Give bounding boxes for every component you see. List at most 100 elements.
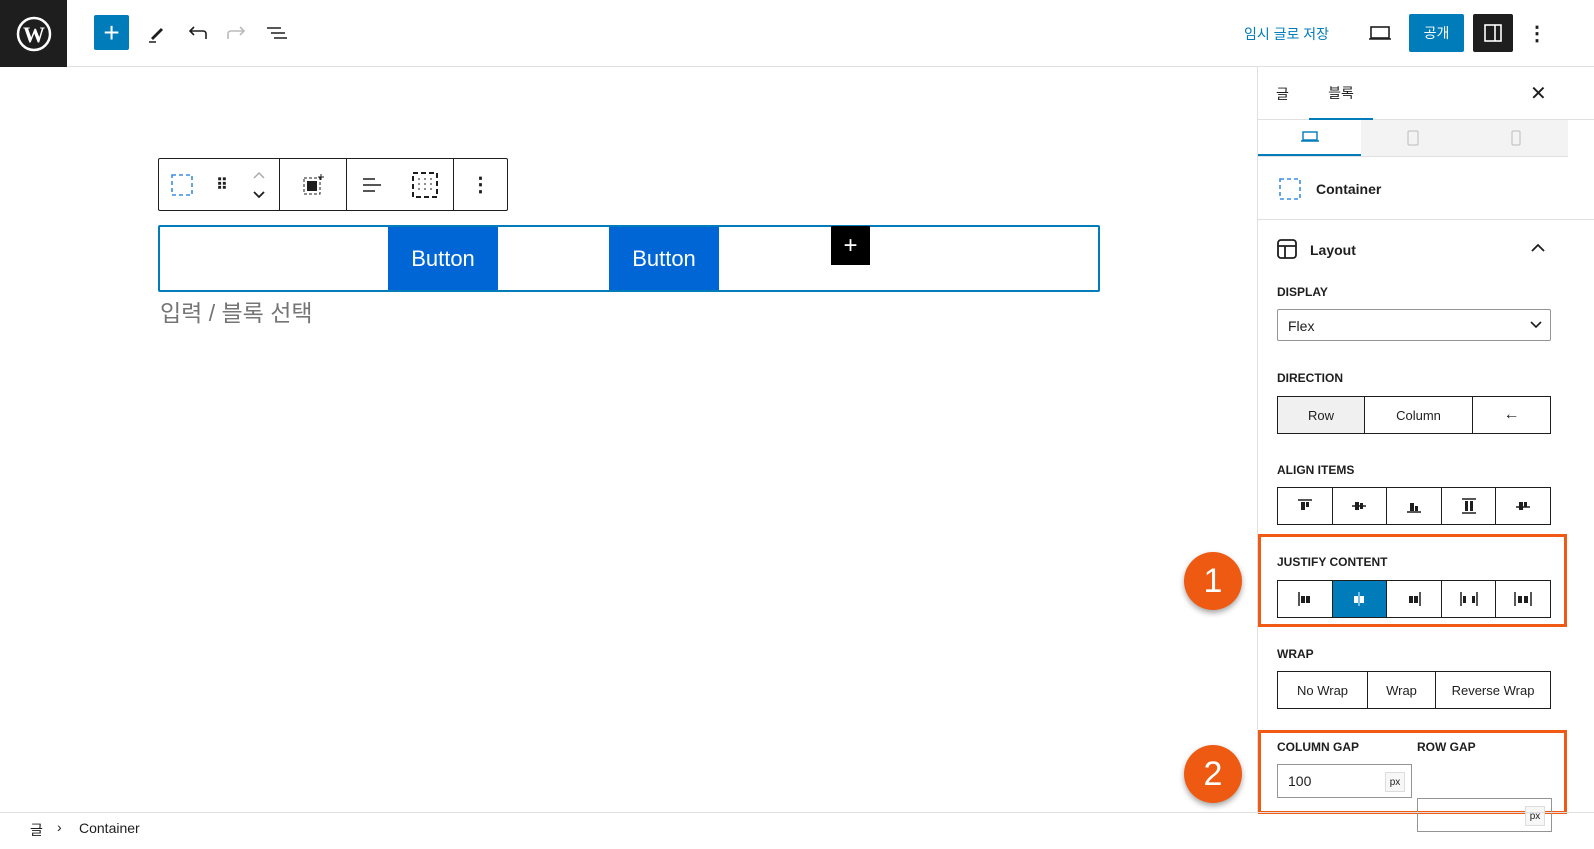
justify-space-around-button[interactable]	[1496, 581, 1550, 617]
tab-post[interactable]: 글	[1276, 84, 1289, 104]
column-gap-input[interactable]: 100 px	[1277, 764, 1412, 798]
desktop-icon	[1300, 131, 1319, 142]
settings-toggle-button[interactable]	[1473, 14, 1513, 52]
align-start-icon	[1297, 499, 1312, 510]
list-view-icon	[267, 27, 287, 39]
align-items-control	[1277, 487, 1551, 525]
direction-reverse[interactable]: ←	[1473, 397, 1550, 433]
unit-select[interactable]: px	[1385, 772, 1405, 792]
block-title: Container	[1316, 181, 1382, 197]
align-end-button[interactable]	[1387, 488, 1442, 524]
column-gap-value: 100	[1288, 773, 1312, 789]
reverse-wrap-button[interactable]: Reverse Wrap	[1436, 672, 1550, 708]
direction-column[interactable]: Column	[1365, 397, 1473, 433]
display-value: Flex	[1288, 318, 1315, 334]
drag-handle-icon[interactable]: ⠿	[216, 175, 228, 195]
chevron-down-icon	[1530, 321, 1542, 329]
wordpress-icon: W	[16, 16, 51, 51]
mobile-icon	[1511, 130, 1521, 146]
justify-start-icon	[1298, 592, 1310, 606]
justify-space-between-button[interactable]	[1442, 581, 1497, 617]
chevron-up-icon	[1531, 243, 1545, 252]
breadcrumb: 글 › Container	[0, 812, 1594, 849]
wrap-label: WRAP	[1277, 647, 1314, 661]
container-block[interactable]: Button Button +	[158, 225, 1100, 292]
options-button[interactable]: ⋮	[1527, 20, 1547, 46]
device-tablet-tab[interactable]	[1361, 120, 1465, 156]
publish-button[interactable]: 공개	[1409, 14, 1464, 52]
layout-grid-icon[interactable]	[411, 171, 439, 199]
document-overview-button[interactable]	[264, 20, 290, 46]
wrap-button[interactable]: Wrap	[1368, 672, 1436, 708]
breadcrumb-item[interactable]: 글	[30, 820, 43, 840]
layout-panel-header[interactable]: Layout	[1258, 220, 1594, 278]
annotation-badge-2: 2	[1184, 745, 1242, 803]
justify-start-button[interactable]	[1278, 581, 1333, 617]
justify-center-icon	[1354, 592, 1365, 606]
close-sidebar-button[interactable]: ✕	[1530, 81, 1547, 106]
wrap-control: No Wrap Wrap Reverse Wrap	[1277, 671, 1551, 709]
pencil-icon	[149, 28, 163, 43]
button-block[interactable]: Button	[388, 227, 498, 290]
align-baseline-icon	[1516, 502, 1531, 510]
settings-sidebar: 글 블록 ✕ Container Layout DISPLAY Flex DIR…	[1257, 67, 1594, 832]
svg-text:W: W	[23, 22, 45, 47]
justify-end-icon	[1408, 592, 1421, 606]
container-block-icon	[1279, 178, 1301, 200]
add-block-button[interactable]: +	[94, 15, 129, 50]
chevron-right-icon: ›	[57, 819, 62, 835]
wordpress-logo[interactable]: W	[0, 0, 67, 67]
justify-center-button[interactable]	[1332, 581, 1388, 617]
block-placeholder[interactable]: 입력 / 블록 선택	[160, 294, 313, 328]
plus-icon: +	[843, 231, 858, 259]
add-inner-block-button[interactable]	[280, 159, 347, 210]
tablet-icon	[1407, 130, 1419, 146]
no-wrap-button[interactable]: No Wrap	[1278, 672, 1368, 708]
panel-title: Layout	[1310, 242, 1356, 258]
justify-space-around-icon	[1514, 592, 1532, 606]
align-center-button[interactable]	[1333, 488, 1388, 524]
row-gap-label: ROW GAP	[1417, 740, 1476, 754]
align-items-label: ALIGN ITEMS	[1277, 463, 1355, 477]
kebab-icon: ⋮	[1527, 22, 1547, 45]
kebab-icon: ⋮	[470, 174, 491, 196]
tools-button[interactable]	[143, 20, 169, 46]
move-up-down-icon[interactable]	[250, 168, 268, 202]
undo-button[interactable]	[184, 20, 210, 46]
breadcrumb-item[interactable]: Container	[79, 820, 140, 836]
undo-icon	[188, 26, 207, 39]
annotation-badge-1: 1	[1184, 552, 1242, 610]
justify-content-control	[1277, 580, 1551, 618]
plus-icon: +	[103, 16, 120, 48]
add-inner-block-icon	[303, 173, 324, 194]
align-stretch-button[interactable]	[1442, 488, 1497, 524]
block-appender-button[interactable]: +	[831, 226, 870, 265]
sidebar-icon	[1484, 24, 1502, 42]
close-icon: ✕	[1530, 83, 1547, 105]
device-desktop-tab[interactable]	[1258, 120, 1362, 156]
display-select[interactable]: Flex	[1277, 309, 1551, 341]
column-gap-label: COLUMN GAP	[1277, 740, 1359, 754]
align-start-button[interactable]	[1278, 488, 1333, 524]
redo-button[interactable]	[224, 20, 250, 46]
button-block[interactable]: Button	[609, 227, 719, 290]
block-toolbar: ⠿ ⋮	[158, 158, 508, 211]
tab-block[interactable]: 블록	[1309, 67, 1373, 120]
align-left-icon[interactable]	[361, 175, 383, 195]
direction-control: Row Column ←	[1277, 396, 1551, 434]
device-mobile-tab[interactable]	[1464, 120, 1568, 156]
layout-icon	[1277, 239, 1297, 259]
justify-content-label: JUSTIFY CONTENT	[1277, 555, 1388, 569]
justify-end-button[interactable]	[1387, 581, 1442, 617]
save-draft-button[interactable]: 임시 글로 저장	[1244, 24, 1329, 44]
block-options-button[interactable]: ⋮	[454, 159, 507, 210]
preview-button[interactable]	[1366, 20, 1394, 46]
top-toolbar: W + 임시 글로 저장 공개 ⋮	[0, 0, 1594, 67]
align-baseline-button[interactable]	[1496, 488, 1550, 524]
container-block-icon[interactable]	[170, 173, 194, 197]
redo-icon	[227, 26, 246, 39]
direction-label: DIRECTION	[1277, 371, 1343, 385]
direction-row[interactable]: Row	[1278, 397, 1365, 433]
desktop-icon	[1369, 26, 1391, 40]
align-end-icon	[1406, 503, 1421, 513]
